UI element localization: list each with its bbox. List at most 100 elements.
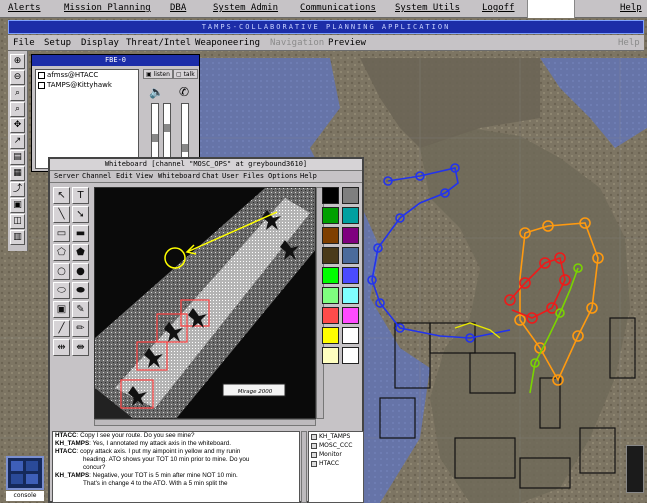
slider-knob[interactable] (152, 134, 158, 142)
app-menu-file[interactable]: File (13, 38, 35, 48)
grid-icon[interactable]: ▥ (10, 230, 25, 245)
wb-menu-whiteboard[interactable]: Whiteboard (158, 172, 200, 180)
color-swatch[interactable] (322, 327, 339, 344)
color-swatch[interactable] (322, 207, 339, 224)
menu-system-admin[interactable]: System Admin (213, 3, 278, 13)
zoom-area-icon[interactable]: ⌕ (10, 86, 25, 101)
wb-menu-channel[interactable]: Channel (82, 172, 112, 180)
wb-menu-view[interactable]: View (136, 172, 153, 180)
app-menu-weaponeering[interactable]: Weaponeering (195, 38, 260, 48)
pen-tool-icon[interactable]: ╱ (53, 320, 70, 337)
wb-menu-options[interactable]: Options (268, 172, 298, 180)
image-tool-icon[interactable]: ▣ (53, 301, 70, 318)
line-tool-icon[interactable]: ╲ (53, 206, 70, 223)
user-row[interactable]: KH_TAMPS (309, 432, 363, 441)
menu-mission-planning[interactable]: Mission Planning (64, 3, 151, 13)
color-swatch[interactable] (342, 207, 359, 224)
map-side-panel[interactable] (626, 445, 644, 493)
speaker-icon[interactable]: 🔈 (149, 85, 164, 99)
app-menu-preview[interactable]: Preview (328, 38, 366, 48)
canvas-horizontal-scrollbar[interactable] (94, 419, 316, 426)
desktop-console-icon[interactable] (6, 456, 44, 490)
menu-communications[interactable]: Communications (300, 3, 376, 13)
color-swatch[interactable] (342, 247, 359, 264)
filled-ellipse-tool-icon[interactable]: ⬬ (72, 282, 89, 299)
participant-checkbox[interactable] (38, 81, 45, 89)
filled-circle-tool-icon[interactable]: ● (72, 263, 89, 280)
user-row[interactable]: MOSC_CCC (309, 441, 363, 450)
whiteboard-canvas[interactable]: Mirage 2000 (94, 187, 316, 419)
color-swatch[interactable] (342, 307, 359, 324)
slider-knob[interactable] (182, 144, 188, 152)
listen-tab[interactable]: ▣ listen (143, 69, 173, 79)
ellipse-tool-icon[interactable]: ⬭ (53, 282, 70, 299)
color-swatch[interactable] (322, 347, 339, 364)
brush-tool-icon[interactable]: ✏ (72, 320, 89, 337)
menu-dba[interactable]: DBA (170, 3, 186, 13)
voice-participant-list[interactable]: afmss@HTACC TAMPS@Kittyhawk (35, 69, 139, 169)
user-row[interactable]: Monitor (309, 450, 363, 459)
color-swatch[interactable] (342, 347, 359, 364)
app-menu-help[interactable]: Help (618, 38, 640, 48)
phone-icon[interactable]: ✆ (179, 85, 189, 99)
color-swatch[interactable] (322, 227, 339, 244)
wb-menu-help[interactable]: Help (300, 172, 317, 180)
circle-tool-icon[interactable]: ○ (53, 263, 70, 280)
color-swatch[interactable] (342, 327, 359, 344)
zoom-out-icon[interactable]: ⊖ (10, 70, 25, 85)
app-menu-display[interactable]: Display (81, 38, 119, 48)
slider-knob[interactable] (164, 124, 170, 132)
wb-menu-files[interactable]: Files (243, 172, 264, 180)
info-icon[interactable]: ▦ (10, 166, 25, 181)
eraser-icon[interactable]: ✎ (72, 301, 89, 318)
wb-menu-edit[interactable]: Edit (116, 172, 133, 180)
menu-help[interactable]: Help (620, 3, 642, 13)
color-swatch[interactable] (322, 287, 339, 304)
route-icon[interactable]: ⤴ (10, 182, 25, 197)
wb-menu-user[interactable]: User (222, 172, 239, 180)
pointer-icon[interactable]: ↖ (53, 187, 70, 204)
text-tool-icon[interactable]: T (72, 187, 89, 204)
participant-checkbox[interactable] (38, 71, 45, 79)
measure-icon[interactable]: ↗ (10, 134, 25, 149)
wb-menu-server[interactable]: Server (54, 172, 79, 180)
color-swatch[interactable] (322, 267, 339, 284)
layer-icon[interactable]: ▤ (10, 150, 25, 165)
user-row[interactable]: HTACC (309, 459, 363, 468)
rect-tool-icon[interactable]: ▭ (53, 225, 70, 242)
color-swatch[interactable] (322, 187, 339, 204)
talk-tab[interactable]: ▢ talk (173, 69, 198, 79)
chat-log[interactable]: HTACC: Copy I see your route. Do you see… (52, 431, 300, 503)
chat-message-continued: concur? (83, 464, 106, 471)
whiteboard-title[interactable]: Whiteboard [channel "MOSC_OPS" at greybo… (50, 159, 362, 171)
wb-menu-chat[interactable]: Chat (202, 172, 219, 180)
color-swatch[interactable] (342, 227, 359, 244)
filled-rect-tool-icon[interactable]: ▬ (72, 225, 89, 242)
user-name: KH_TAMPS (319, 433, 351, 440)
overlay-icon[interactable]: ◫ (10, 214, 25, 229)
flip-vertical-icon[interactable]: ⇼ (72, 339, 89, 356)
color-swatch[interactable] (322, 247, 339, 264)
filled-polygon-tool-icon[interactable]: ⬟ (72, 244, 89, 261)
arrow-tool-icon[interactable]: ➘ (72, 206, 89, 223)
flip-horizontal-icon[interactable]: ⇹ (53, 339, 70, 356)
color-swatch[interactable] (342, 187, 359, 204)
app-menu-threat-intel[interactable]: Threat/Intel (126, 38, 191, 48)
polygon-tool-icon[interactable]: ⬠ (53, 244, 70, 261)
color-swatch[interactable] (322, 307, 339, 324)
participant-row[interactable]: TAMPS@Kittyhawk (36, 80, 138, 90)
menu-logoff[interactable]: Logoff (482, 3, 515, 13)
zoom-reset-icon[interactable]: ⌕ (10, 102, 25, 117)
zoom-in-icon[interactable]: ⊕ (10, 54, 25, 69)
whiteboard-user-list[interactable]: KH_TAMPS MOSC_CCC Monitor HTACC (308, 431, 364, 503)
participant-row[interactable]: afmss@HTACC (36, 70, 138, 80)
voice-chat-title[interactable]: FBE-0 (32, 55, 199, 66)
app-menu-setup[interactable]: Setup (44, 38, 71, 48)
chat-scrollbar[interactable] (301, 431, 307, 503)
menu-alerts[interactable]: Alerts (8, 3, 41, 13)
pan-icon[interactable]: ✥ (10, 118, 25, 133)
color-swatch[interactable] (342, 287, 359, 304)
threat-icon[interactable]: ▣ (10, 198, 25, 213)
menu-system-utils[interactable]: System Utils (395, 3, 460, 13)
color-swatch[interactable] (342, 267, 359, 284)
